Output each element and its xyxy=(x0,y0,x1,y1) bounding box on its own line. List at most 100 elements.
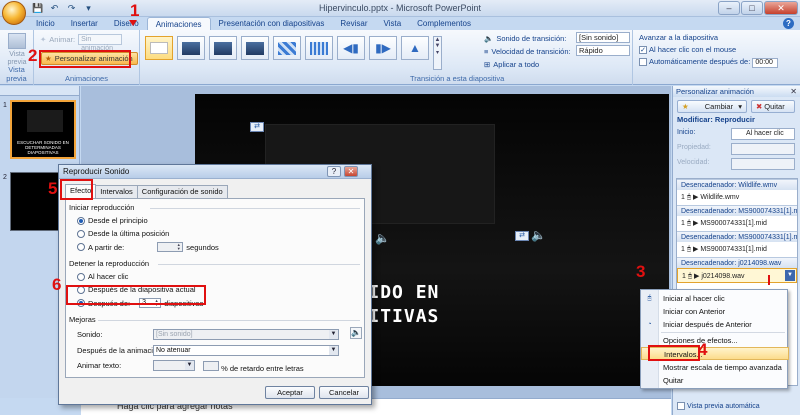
transition-push-left-thumb[interactable]: ◀▮ xyxy=(337,36,365,60)
animar-label: Animar: xyxy=(49,35,76,44)
option-a-partir[interactable]: A partir de: ▲ ▼ segundos xyxy=(77,242,219,252)
mejoras-section-title: Mejoras xyxy=(69,315,96,324)
tab-animaciones[interactable]: Animaciones xyxy=(146,17,211,30)
star-icon: ★ xyxy=(682,102,689,111)
transition-checker-thumb[interactable] xyxy=(273,36,301,60)
group-avanzar: Avanzar a la diapositiva ✓ Al hacer clic … xyxy=(633,30,800,85)
tab-inicio[interactable]: Inicio xyxy=(28,17,63,30)
animation-item[interactable]: 1 🖰 ▶ MS900074331[1].mid xyxy=(677,242,797,257)
close-button[interactable]: ✕ xyxy=(764,1,798,15)
clock-icon: ◔ xyxy=(647,321,652,328)
option-al-hacer-clic[interactable]: Al hacer clic xyxy=(77,272,128,281)
inicio-label: Inicio: xyxy=(677,129,696,136)
arrow-up-icon: ▲ xyxy=(409,41,421,55)
tab-diseno[interactable]: Diseño xyxy=(106,17,147,30)
transition-cut-thumb[interactable] xyxy=(241,36,269,60)
radio-desde-ultima[interactable] xyxy=(77,229,85,238)
callout-5: 5 xyxy=(48,179,58,198)
transition-fade-black-thumb[interactable] xyxy=(209,36,237,60)
vista-previa-label: Vista previa xyxy=(7,51,27,66)
transition-push-up-thumb[interactable]: ▲ xyxy=(401,36,429,60)
tab-intervalos[interactable]: Intervalos xyxy=(95,185,138,198)
despues-animacion-select[interactable]: No atenuar ▼ xyxy=(153,345,339,356)
tab-insertar[interactable]: Insertar xyxy=(63,17,106,30)
transition-push-right-thumb[interactable]: ▮▶ xyxy=(369,36,397,60)
animation-item[interactable]: 1 🖰 ▶ MS900074331[1].mid xyxy=(677,216,797,231)
transition-gallery: ◀▮ ▮▶ ▲ ▲ ▼ ▾ xyxy=(145,36,442,70)
tab-vista[interactable]: Vista xyxy=(376,17,410,30)
a-partir-spinner: ▲ ▼ xyxy=(157,242,184,252)
aceptar-button[interactable]: Aceptar xyxy=(265,386,315,399)
group-label-vista-previa: Vista previa xyxy=(6,65,27,83)
trigger-header[interactable]: Desencadenador: MS900074331[1].mid xyxy=(677,205,797,216)
option-desde-ultima[interactable]: Desde la última posición xyxy=(77,229,169,238)
menu-item-iniciar-anterior[interactable]: Iniciar con Anterior xyxy=(641,305,789,318)
dialog-close-button[interactable]: ✕ xyxy=(344,166,358,177)
mejoras-sonido-select[interactable]: [Sin sonido] ▼ xyxy=(153,329,339,340)
group-transicion: ◀▮ ▮▶ ▲ ▲ ▼ ▾ 🔈 Sonido de transición: ≡ Velo… xyxy=(140,30,633,85)
menu-item-escala-tiempo[interactable]: Mostrar escala de tiempo avanzada xyxy=(641,361,789,374)
chevron-down-icon: ▼ xyxy=(185,361,194,370)
option-desde-principio[interactable]: Desde el principio xyxy=(77,216,148,225)
animar-icon: ✦ xyxy=(40,35,47,44)
trigger-header[interactable]: Desencadenador: MS900074331[1].mid xyxy=(677,231,797,242)
quitar-button[interactable]: ✖ Quitar xyxy=(751,100,795,113)
tab-configuracion-sonido[interactable]: Configuración de sonido xyxy=(136,185,228,198)
item-dropdown-button[interactable]: ▼ xyxy=(785,270,795,281)
vista-previa-button[interactable]: Vista previa xyxy=(4,33,30,67)
tab-complementos[interactable]: Complementos xyxy=(409,17,479,30)
window-title: Hipervinculo.pptx - Microsoft PowerPoint xyxy=(318,3,482,13)
inicio-select[interactable]: Al hacer clic xyxy=(731,128,795,140)
dialog-help-button[interactable]: ? xyxy=(327,166,341,177)
gallery-scroll[interactable]: ▲ ▼ ▾ xyxy=(433,36,442,70)
speaker-icon-2[interactable]: 🔈 xyxy=(531,228,546,242)
trigger-header[interactable]: Desencadenador: j0214098.wav xyxy=(677,257,797,268)
animar-select[interactable]: Sin animación xyxy=(78,34,123,52)
tab-presentacion[interactable]: Presentación con diapositivas xyxy=(211,17,333,30)
transition-fade-thumb[interactable] xyxy=(177,36,205,60)
retardo-spinner xyxy=(203,361,219,371)
transition-none-thumb[interactable] xyxy=(145,36,173,60)
speaker-icon[interactable]: 🔈 xyxy=(375,231,390,245)
hyperlink-icon[interactable]: ⇄ xyxy=(250,122,264,132)
al-hacer-clic-checkbox[interactable]: ✓ xyxy=(639,46,647,55)
maximize-button[interactable]: □ xyxy=(741,1,763,15)
animation-item[interactable]: 1 🖰 ▶ Wildlife.wmv xyxy=(677,190,797,205)
callout-1-arrow xyxy=(129,20,137,26)
radio-al-hacer-clic[interactable] xyxy=(77,272,85,281)
menu-item-quitar[interactable]: Quitar xyxy=(641,374,789,387)
transition-dissolve-thumb[interactable] xyxy=(305,36,333,60)
menu-item-iniciar-clic[interactable]: 🖰 Iniciar al hacer clic xyxy=(641,292,789,305)
trigger-header[interactable]: Desencadenador: Wildlife.wmv xyxy=(677,179,797,190)
sonido-transicion-select[interactable]: [Sin sonido] xyxy=(576,32,630,43)
slide-thumb-video xyxy=(27,110,63,132)
office-button[interactable] xyxy=(2,1,26,25)
tab-revisar[interactable]: Revisar xyxy=(332,17,375,30)
cambiar-label: Cambiar xyxy=(704,102,734,111)
aplicar-todo-button[interactable]: ⊞ Aplicar a todo xyxy=(484,58,571,71)
velocidad-transicion-select[interactable]: Rápido xyxy=(576,45,630,56)
callout-3: 3 xyxy=(636,262,646,281)
anim-pane-close-icon[interactable]: ✕ xyxy=(790,87,797,96)
callout-2-box xyxy=(39,50,131,68)
minimize-button[interactable]: – xyxy=(718,1,740,15)
cambiar-button[interactable]: ★ Cambiar ▾ xyxy=(677,100,747,113)
mouse-icon: 🖰 xyxy=(687,273,693,280)
callout-6-box xyxy=(66,285,206,305)
callout-4-box xyxy=(648,345,700,361)
volume-icon[interactable]: 🔈 xyxy=(350,327,362,339)
quitar-label: Quitar xyxy=(764,102,785,111)
help-icon[interactable]: ? xyxy=(783,18,794,29)
hyperlink-icon-2[interactable]: ⇄ xyxy=(515,231,529,241)
avanzar-options: Avanzar a la diapositiva ✓ Al hacer clic … xyxy=(639,32,779,68)
auto-time-field[interactable]: 00:00 xyxy=(752,58,779,68)
radio-desde-principio[interactable] xyxy=(77,216,85,225)
vista-previa-auto-checkbox[interactable] xyxy=(677,402,685,410)
radio-a-partir[interactable] xyxy=(77,243,85,251)
automaticamente-checkbox[interactable] xyxy=(639,58,647,67)
animation-item-selected[interactable]: 1 🖰 ▶ j0214098.wav ▼ xyxy=(677,268,797,283)
slide-thumbnail-1[interactable]: ESCUCHAR SONIDO EN DETERMINADAS DIAPOSIT… xyxy=(10,100,76,159)
cancelar-button[interactable]: Cancelar xyxy=(319,386,369,399)
menu-item-iniciar-despues[interactable]: ◔ Iniciar después de Anterior xyxy=(641,318,789,331)
callout-3-arrow-line xyxy=(768,275,770,285)
